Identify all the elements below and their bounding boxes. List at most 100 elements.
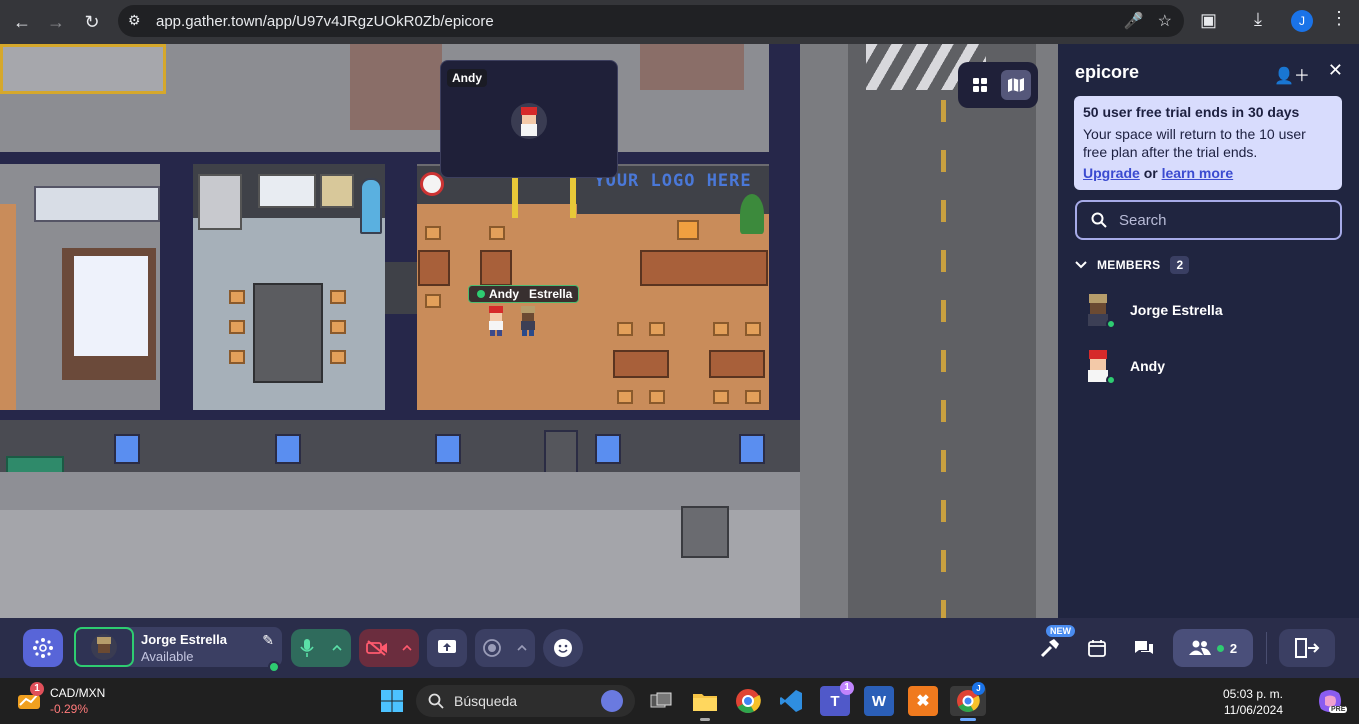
- map-chair: [229, 290, 245, 304]
- chrome-profile-button[interactable]: J: [950, 682, 986, 716]
- map-lane-marking: [941, 500, 946, 522]
- bookmark-star-icon[interactable]: ☆: [1158, 11, 1172, 31]
- menu-dots-icon[interactable]: ⋮: [1330, 8, 1348, 29]
- reload-icon[interactable]: ↻: [78, 8, 106, 36]
- camera-toggle-button[interactable]: [359, 629, 419, 667]
- video-tile-andy[interactable]: Andy: [440, 60, 618, 178]
- chevron-up-icon[interactable]: [402, 645, 412, 651]
- map-doorframe: [512, 174, 518, 218]
- chevron-up-icon[interactable]: [332, 645, 342, 651]
- player-name-tag: Andy Estrella: [468, 285, 580, 303]
- map-desk: [709, 350, 765, 378]
- ticker-badge: 1: [30, 682, 44, 696]
- map-window: [739, 434, 765, 464]
- os-taskbar: 1 CAD/MXN -0.29% Búsqueda T 1 W ✖ J 05:0…: [0, 678, 1359, 724]
- game-map[interactable]: YOUR LOGO HERE Andy Estrella Andy: [0, 44, 1058, 618]
- running-indicator: [700, 718, 710, 721]
- map-chair: [713, 322, 729, 336]
- map-window: [114, 434, 140, 464]
- clock-icon: [420, 172, 444, 196]
- avatar-andy[interactable]: [486, 306, 506, 336]
- grid-view-button[interactable]: [965, 70, 995, 100]
- map-chair: [330, 320, 346, 334]
- map-door: [385, 262, 417, 314]
- map-lane-marking: [941, 400, 946, 422]
- space-title: epicore: [1075, 62, 1140, 82]
- map-floor-edge: [0, 204, 16, 410]
- word-button[interactable]: W: [864, 686, 894, 716]
- edit-pencil-icon[interactable]: ✎: [262, 632, 274, 649]
- avatar: [1082, 292, 1116, 329]
- vscode-button[interactable]: [776, 686, 806, 716]
- system-clock[interactable]: 05:03 p. m. 11/06/2024: [1223, 686, 1283, 718]
- chat-icon: [1135, 641, 1153, 654]
- close-icon[interactable]: ✕: [1328, 61, 1343, 86]
- xampp-button[interactable]: ✖: [908, 686, 938, 716]
- windows-start-button[interactable]: [377, 686, 407, 716]
- map-lane-marking: [941, 100, 946, 122]
- map-wall: [0, 410, 800, 420]
- map-chair: [330, 290, 346, 304]
- file-explorer-button[interactable]: [690, 686, 720, 716]
- extensions-icon[interactable]: ▣: [1200, 10, 1217, 31]
- clock-date: 11/06/2024: [1223, 703, 1283, 717]
- avatar-jorge-estrella[interactable]: [518, 306, 538, 336]
- map-view-button[interactable]: [1001, 70, 1031, 100]
- search-icon: [1091, 212, 1107, 228]
- user-status: Available: [141, 649, 194, 664]
- gather-menu-button[interactable]: [23, 629, 63, 667]
- forward-icon[interactable]: →: [42, 8, 70, 36]
- back-icon[interactable]: ←: [8, 8, 36, 36]
- map-chair: [229, 350, 245, 364]
- address-bar[interactable]: ⚙ app.gather.town/app/U97v4JRgzUOkR0Zb/e…: [118, 5, 1184, 37]
- participants-button[interactable]: 2: [1173, 629, 1253, 667]
- smiley-icon: [554, 639, 572, 657]
- trial-body: Your space will return to the 10 user fr…: [1083, 126, 1306, 160]
- members-section-header[interactable]: MEMBERS 2: [1075, 256, 1190, 274]
- emote-button[interactable]: [543, 629, 583, 667]
- chrome-button[interactable]: [733, 686, 763, 716]
- learn-more-link[interactable]: learn more: [1162, 165, 1234, 181]
- leave-space-button[interactable]: [1279, 629, 1335, 667]
- member-item[interactable]: Jorge Estrella: [1082, 292, 1223, 329]
- screen-share-button[interactable]: [427, 629, 467, 667]
- url-text: app.gather.town/app/U97v4JRgzUOkR0Zb/epi…: [156, 12, 494, 30]
- online-status-dot: [1106, 319, 1116, 329]
- map-rug: [350, 44, 442, 130]
- calendar-button[interactable]: [1080, 629, 1114, 667]
- map-parking-lot: [0, 510, 800, 618]
- teams-button[interactable]: T 1: [820, 681, 854, 716]
- invite-user-icon[interactable]: 👤＋: [1274, 62, 1310, 86]
- chat-button[interactable]: [1126, 629, 1162, 667]
- map-chair: [745, 322, 761, 336]
- chevron-up-icon[interactable]: [517, 645, 527, 651]
- map-room-office: [417, 204, 769, 410]
- name-tag-andy: Andy: [489, 287, 519, 301]
- search-highlight-icon: [601, 690, 623, 712]
- map-lane-marking: [941, 300, 946, 322]
- people-icon: [1188, 640, 1211, 655]
- microphone-icon[interactable]: 🎤: [1124, 11, 1144, 31]
- active-indicator: [960, 718, 976, 721]
- member-item[interactable]: Andy: [1082, 348, 1165, 385]
- copilot-button[interactable]: PRE: [1315, 686, 1348, 716]
- record-button[interactable]: [475, 629, 535, 667]
- upgrade-link[interactable]: Upgrade: [1083, 165, 1140, 181]
- windows-logo-icon: [381, 690, 403, 712]
- hammer-icon: [1040, 639, 1059, 658]
- task-view-button[interactable]: [646, 686, 676, 716]
- profile-avatar[interactable]: J: [1291, 10, 1313, 32]
- map-painting: [320, 174, 354, 208]
- build-tools-button[interactable]: NEW: [1032, 625, 1075, 667]
- site-info-icon[interactable]: ⚙: [128, 12, 141, 29]
- map-window: [435, 434, 461, 464]
- search-input[interactable]: [1119, 211, 1319, 229]
- member-search[interactable]: [1075, 200, 1342, 240]
- plant-icon: [740, 194, 764, 234]
- weather-ticker-widget[interactable]: 1 CAD/MXN -0.29%: [16, 682, 105, 716]
- user-profile-card[interactable]: Jorge Estrella Available ✎: [74, 627, 282, 673]
- taskbar-search[interactable]: Búsqueda: [416, 685, 635, 717]
- xampp-icon: ✖: [916, 693, 930, 710]
- download-icon[interactable]: ⤓: [1254, 9, 1262, 30]
- microphone-toggle-button[interactable]: [291, 629, 351, 667]
